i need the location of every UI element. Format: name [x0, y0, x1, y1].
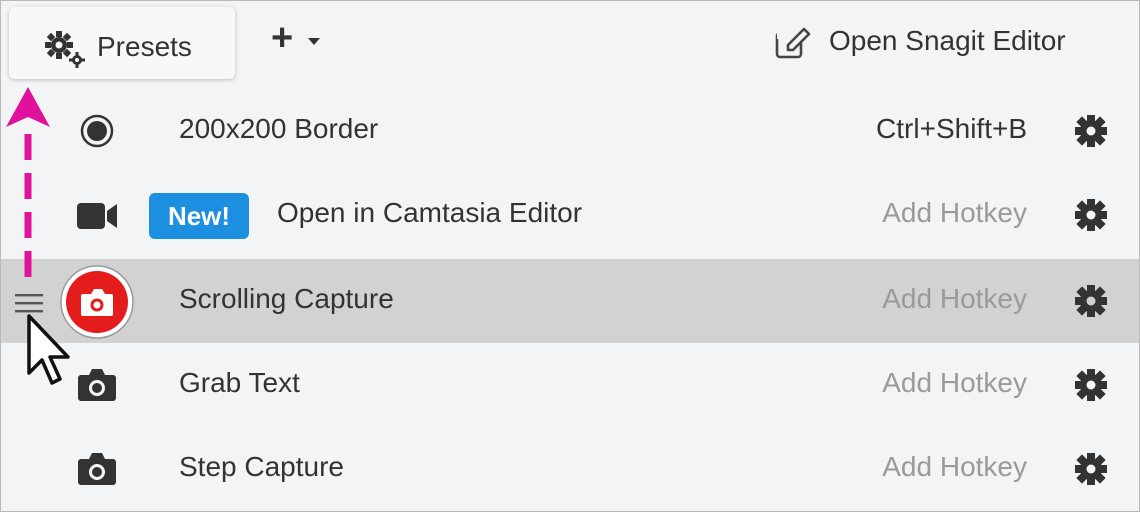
edit-icon — [775, 27, 811, 59]
snagit-capture-window: Presets + Open Snagit Editor 200x200 Bor… — [0, 0, 1140, 512]
video-camera-icon — [77, 203, 117, 229]
gear-icon[interactable] — [1073, 283, 1109, 319]
chevron-down-icon — [308, 38, 320, 45]
add-hotkey-link[interactable]: Add Hotkey — [882, 367, 1027, 399]
preset-name: Scrolling Capture — [179, 283, 394, 314]
hotkey-label[interactable]: Ctrl+Shift+B — [876, 113, 1027, 145]
add-preset-button[interactable]: + — [267, 19, 327, 63]
open-snagit-editor-label: Open Snagit Editor — [829, 25, 1066, 56]
gear-icon[interactable] — [1073, 367, 1109, 403]
drag-up-arrow-icon — [6, 87, 50, 277]
camera-icon — [78, 369, 116, 401]
add-hotkey-link[interactable]: Add Hotkey — [882, 451, 1027, 483]
preset-name: Open in Camtasia Editor — [277, 197, 583, 228]
gear-icon[interactable] — [1073, 113, 1109, 149]
presets-button[interactable]: Presets — [9, 7, 235, 79]
add-hotkey-link[interactable]: Add Hotkey — [882, 283, 1027, 315]
new-badge: New! — [149, 193, 249, 239]
add-hotkey-link[interactable]: Add Hotkey — [882, 197, 1027, 229]
preset-name: 200x200 Border — [179, 113, 379, 144]
camera-icon — [78, 453, 116, 485]
gear-icon[interactable] — [1073, 451, 1109, 487]
presets-label: Presets — [97, 31, 192, 62]
preset-name: Step Capture — [179, 451, 344, 482]
open-snagit-editor-button[interactable]: Open Snagit Editor — [771, 23, 1131, 63]
preset-row[interactable]: Step Capture Add Hotkey — [1, 427, 1139, 511]
presets-gear-icon — [45, 31, 85, 68]
preset-row-selected[interactable]: Scrolling Capture Add Hotkey — [1, 259, 1139, 343]
preset-row[interactable]: 200x200 Border Ctrl+Shift+B — [1, 89, 1139, 173]
mouse-pointer-icon — [27, 314, 70, 385]
preset-name: Grab Text — [179, 367, 300, 398]
plus-icon: + — [271, 17, 294, 59]
preset-row[interactable]: New! Open in Camtasia Editor Add Hotkey — [1, 173, 1139, 257]
radio-filled-icon — [80, 114, 114, 148]
gear-icon[interactable] — [1073, 197, 1109, 233]
preset-row[interactable]: Grab Text Add Hotkey — [1, 343, 1139, 427]
